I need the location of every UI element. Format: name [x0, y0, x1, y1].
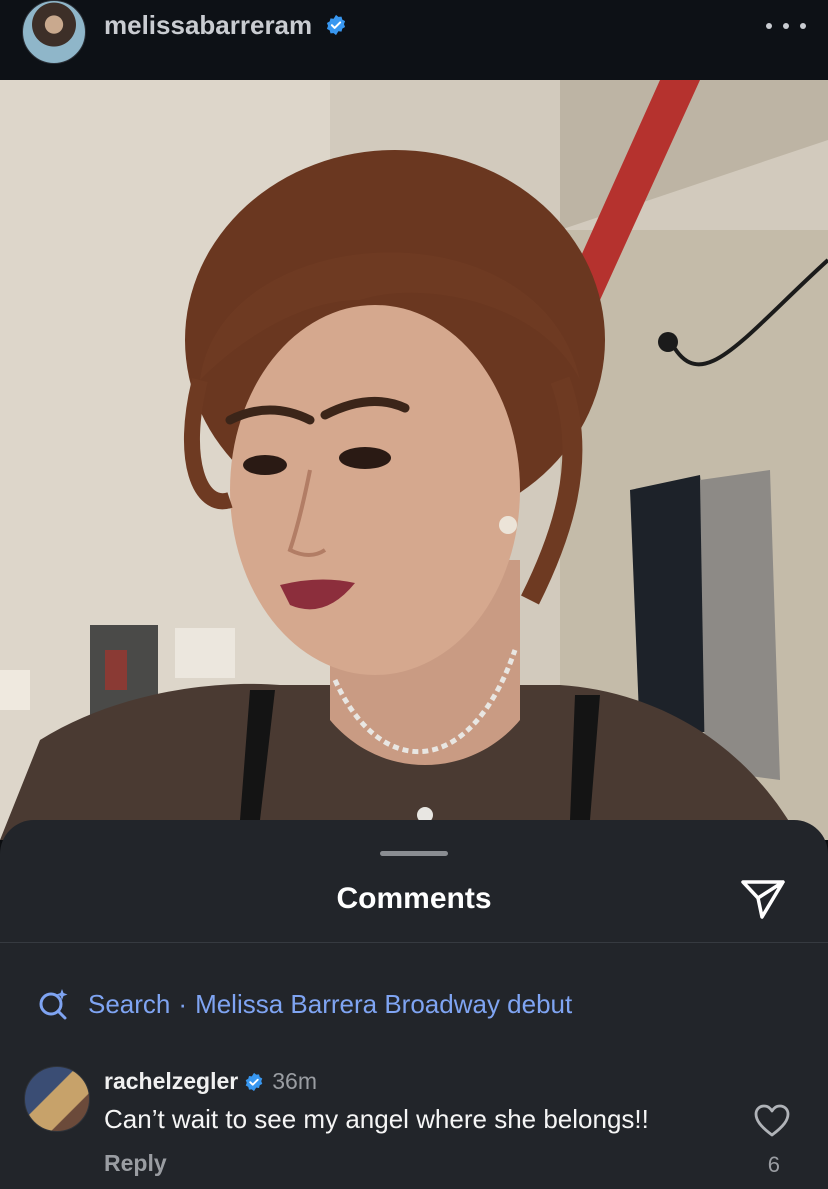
more-dot: [783, 23, 789, 29]
verified-badge-icon: [327, 15, 346, 36]
reply-button[interactable]: Reply: [104, 1150, 167, 1177]
search-label: Search: [88, 988, 171, 1019]
more-horizontal-icon: [766, 23, 772, 29]
more-options-button[interactable]: [766, 14, 806, 38]
post-username[interactable]: melissabarreram: [104, 10, 347, 41]
search-separator: ·: [178, 988, 188, 1019]
post-photo-illustration: [0, 80, 828, 840]
comment-item: rachelzegler 36m Can’t wait to see my an…: [24, 1066, 804, 1182]
post-header: melissabarreram: [0, 0, 828, 80]
drag-handle[interactable]: [380, 851, 448, 856]
like-count: 6: [767, 1152, 780, 1177]
avatar[interactable]: [22, 0, 86, 64]
comment-text: Can’t wait to see my angel where she bel…: [104, 1104, 649, 1134]
avatar[interactable]: [24, 1066, 90, 1132]
verified-badge-icon: [246, 1072, 263, 1091]
send-icon: [741, 880, 785, 919]
post-username-label[interactable]: melissabarreram: [104, 10, 312, 40]
more-dot: [800, 23, 806, 29]
comments-title: Comments: [336, 882, 492, 915]
comments-sheet: Comments Search · Melissa Barrera Broadw…: [0, 820, 828, 1189]
like-button[interactable]: [754, 1104, 790, 1138]
search-query: Melissa Barrera Broadway debut: [195, 988, 573, 1019]
post-photo[interactable]: [0, 80, 828, 840]
divider: [0, 942, 828, 943]
share-button[interactable]: [740, 878, 786, 920]
comment-header: rachelzegler 36m: [104, 1068, 317, 1095]
ai-search-icon: [39, 989, 68, 1020]
search-suggestion[interactable]: Search · Melissa Barrera Broadway debut: [36, 986, 572, 1022]
comment-timestamp: 36m: [272, 1068, 317, 1094]
comment-username[interactable]: rachelzegler: [104, 1068, 238, 1095]
heart-icon: [754, 1104, 790, 1137]
